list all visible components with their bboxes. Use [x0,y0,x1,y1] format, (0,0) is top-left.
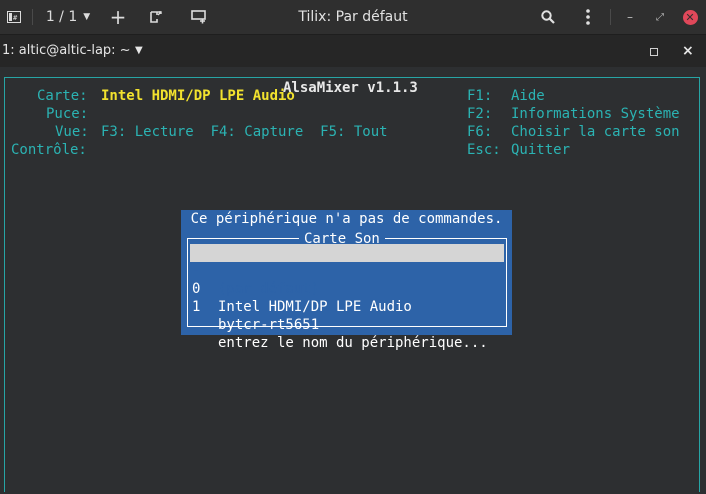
puce-label: Puce: [46,106,89,122]
help-key: F2: [467,106,493,122]
alsamixer-title: AlsaMixer v1.1.3 [275,78,426,98]
add-session-button[interactable]: + [108,0,128,34]
dialog-message: Ce périphérique n'a pas de commandes. [190,211,503,227]
sound-card-list: Carte Son - (par défaut) 0 Intel HDMI/DP… [187,230,507,351]
close-terminal-icon[interactable]: × [682,35,694,68]
add-terminal-button[interactable] [188,0,210,34]
terminal-tabbar: 1: altic@altic-lap: ~ ▼ × [0,34,706,67]
terminal-title[interactable]: 1: altic@altic-lap: ~ [2,35,131,68]
window-title: Tilix: Par défaut [298,9,408,25]
minimize-button[interactable]: – [622,0,638,34]
maximize-terminal-icon[interactable] [650,48,658,56]
minimize-icon: – [627,10,633,24]
item-label: entrez le nom du périphérique... [218,335,488,351]
kebab-menu-icon [586,9,590,25]
carte-label: Carte: [37,88,88,104]
svg-text:#: # [13,14,18,22]
list-item[interactable]: - (par défaut) [190,244,504,297]
sound-card-dialog: Ce périphérique n'a pas de commandes. Ca… [181,210,512,351]
terminal-add-icon [191,10,206,24]
maximize-icon: ⤢ [656,11,664,23]
sessions-sidebar-icon[interactable]: # [4,0,24,34]
help-key: F6: [467,124,493,140]
controle-label: Contrôle: [11,142,87,158]
list-item[interactable]: 0 Intel HDMI/DP LPE Audio [190,262,504,315]
session-counter-label: 1 / 1 [45,9,78,25]
help-text: Informations Système [511,106,680,122]
chevron-down-icon[interactable]: ▼ [135,35,143,68]
terminal-area[interactable]: AlsaMixer v1.1.3 Carte: Intel HDMI/DP LP… [0,67,706,494]
detach-icon [150,11,162,23]
carte-value: Intel HDMI/DP LPE Audio [101,88,295,104]
window-titlebar: # 1 / 1 ▼ + Tilix: Par défaut – ⤢ ✕ [0,0,706,34]
help-text: Choisir la carte son [511,124,680,140]
close-icon: ✕ [682,9,698,25]
search-icon [541,10,555,24]
vue-label: Vue: [55,124,89,140]
search-button[interactable] [538,0,558,34]
list-item[interactable]: entrez le nom du périphérique... [190,298,504,351]
chevron-down-icon: ▼ [83,12,91,22]
help-text: Aide [511,88,545,104]
vue-value: F3: Lecture F4: Capture F5: Tout [101,124,388,140]
session-counter[interactable]: 1 / 1 ▼ [42,0,94,34]
close-window-button[interactable]: ✕ [680,0,700,34]
help-text: Quitter [511,142,571,158]
detach-terminal-button[interactable] [146,0,166,34]
list-item[interactable]: 1 bytcr-rt5651 [190,280,504,333]
menu-button[interactable] [580,0,596,34]
help-key: F1: [467,88,493,104]
maximize-button[interactable]: ⤢ [652,0,668,34]
plus-icon: + [109,5,127,29]
help-key: Esc: [467,142,501,158]
